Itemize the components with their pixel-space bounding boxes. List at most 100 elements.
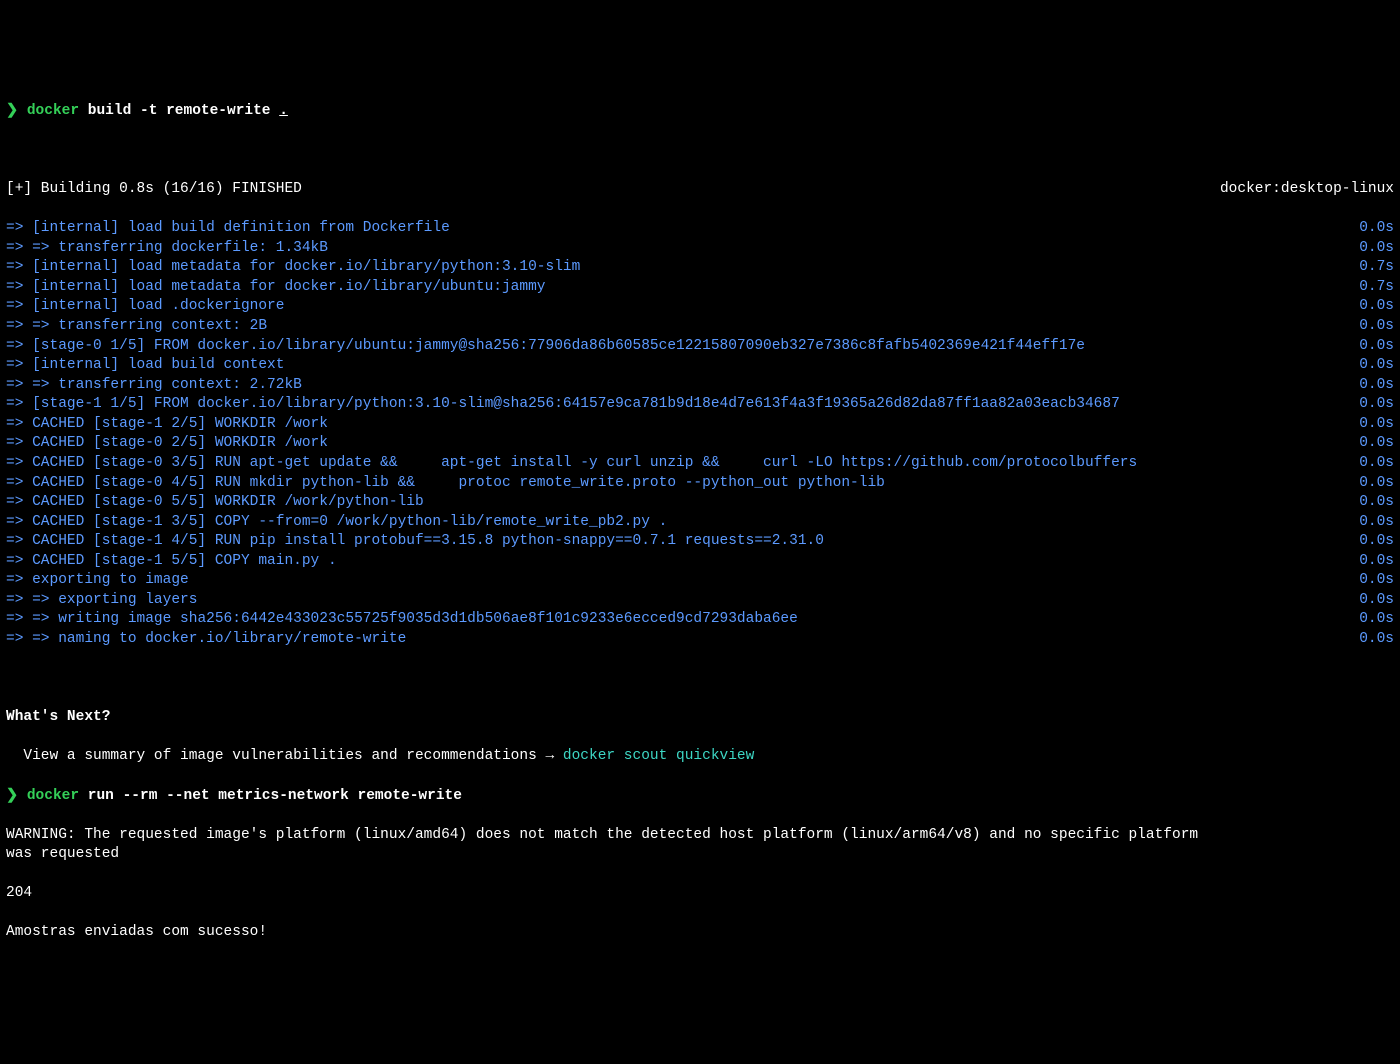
step-text: transferring context: 2.72kB xyxy=(58,377,302,393)
whats-next-heading: What's Next? xyxy=(6,708,1394,728)
scout-recommendation: View a summary of image vulnerabilities … xyxy=(6,747,1394,767)
step-arrow: => xyxy=(6,455,32,471)
step-time: 0.0s xyxy=(1359,493,1394,513)
terminal-output[interactable]: ❯ docker build -t remote-write . [+] Bui… xyxy=(6,82,1394,962)
step-text: [internal] load build context xyxy=(32,357,284,373)
build-step-row: => CACHED [stage-0 4/5] RUN mkdir python… xyxy=(6,474,1394,494)
step-arrow: => xyxy=(6,396,32,412)
step-arrow: => xyxy=(6,416,32,432)
build-step-row: => => transferring context: 2B 0.0s xyxy=(6,317,1394,337)
command-line-1: ❯ docker build -t remote-write . xyxy=(6,102,1394,122)
step-arrow: => => xyxy=(6,377,58,393)
step-text: naming to docker.io/library/remote-write xyxy=(58,631,406,647)
build-step-row: => [internal] load .dockerignore 0.0s xyxy=(6,297,1394,317)
step-arrow: => xyxy=(6,298,32,314)
blank-line xyxy=(6,141,1394,161)
build-step-row: => CACHED [stage-1 5/5] COPY main.py . 0.… xyxy=(6,552,1394,572)
step-time: 0.0s xyxy=(1359,610,1394,630)
build-step-row: => [internal] load metadata for docker.i… xyxy=(6,278,1394,298)
step-text: [stage-1 1/5] FROM docker.io/library/pyt… xyxy=(32,396,1120,412)
step-time: 0.0s xyxy=(1359,356,1394,376)
build-step-row: => => exporting layers 0.0s xyxy=(6,591,1394,611)
build-step-row: => CACHED [stage-1 3/5] COPY --from=0 /w… xyxy=(6,513,1394,533)
step-arrow: => xyxy=(6,533,32,549)
step-time: 0.0s xyxy=(1359,552,1394,572)
step-arrow: => xyxy=(6,494,32,510)
step-time: 0.0s xyxy=(1359,532,1394,552)
build-step-row: => CACHED [stage-0 3/5] RUN apt-get upda… xyxy=(6,454,1394,474)
build-step-row: => CACHED [stage-1 4/5] RUN pip install … xyxy=(6,532,1394,552)
step-time: 0.0s xyxy=(1359,297,1394,317)
step-text: CACHED [stage-0 5/5] WORKDIR /work/pytho… xyxy=(32,494,424,510)
step-text: writing image sha256:6442e433023c55725f9… xyxy=(58,611,798,627)
step-time: 0.0s xyxy=(1359,317,1394,337)
step-time: 0.0s xyxy=(1359,337,1394,357)
step-arrow: => => xyxy=(6,318,58,334)
step-time: 0.0s xyxy=(1359,454,1394,474)
step-time: 0.0s xyxy=(1359,415,1394,435)
step-arrow: => => xyxy=(6,240,58,256)
step-arrow: => xyxy=(6,435,32,451)
cmd-args: run --rm --net metrics-network remote-wr… xyxy=(79,788,462,804)
step-text: [internal] load .dockerignore xyxy=(32,298,284,314)
step-text: CACHED [stage-0 4/5] RUN mkdir python-li… xyxy=(32,475,885,491)
cmd-docker: docker xyxy=(27,103,79,119)
status-code: 204 xyxy=(6,884,1394,904)
build-status: [+] Building 0.8s (16/16) FINISHED xyxy=(6,180,302,200)
prompt-glyph: ❯ xyxy=(6,103,18,119)
step-arrow: => xyxy=(6,338,32,354)
build-steps: => [internal] load build definition from… xyxy=(6,219,1394,649)
step-arrow: => xyxy=(6,553,32,569)
warning-line: WARNING: The requested image's platform … xyxy=(6,826,1394,865)
step-arrow: => xyxy=(6,279,32,295)
step-arrow: => xyxy=(6,220,32,236)
step-arrow: => xyxy=(6,475,32,491)
step-time: 0.0s xyxy=(1359,474,1394,494)
step-time: 0.0s xyxy=(1359,376,1394,396)
step-arrow: => => xyxy=(6,631,58,647)
build-step-row: => => naming to docker.io/library/remote… xyxy=(6,630,1394,650)
step-time: 0.0s xyxy=(1359,513,1394,533)
step-time: 0.0s xyxy=(1359,239,1394,259)
step-text: CACHED [stage-1 4/5] RUN pip install pro… xyxy=(32,533,824,549)
step-text: transferring context: 2B xyxy=(58,318,267,334)
step-time: 0.7s xyxy=(1359,258,1394,278)
step-text: [internal] load build definition from Do… xyxy=(32,220,450,236)
step-arrow: => xyxy=(6,572,32,588)
step-arrow: => xyxy=(6,514,32,530)
step-time: 0.0s xyxy=(1359,591,1394,611)
build-context: docker:desktop-linux xyxy=(1220,180,1394,200)
build-header: [+] Building 0.8s (16/16) FINISHED docker… xyxy=(6,180,1394,200)
build-step-row: => [stage-0 1/5] FROM docker.io/library/… xyxy=(6,337,1394,357)
build-step-row: => [stage-1 1/5] FROM docker.io/library/… xyxy=(6,395,1394,415)
build-step-row: => CACHED [stage-0 2/5] WORKDIR /work0.0… xyxy=(6,434,1394,454)
scout-text: View a summary of image vulnerabilities … xyxy=(6,748,563,764)
build-step-row: => [internal] load metadata for docker.i… xyxy=(6,258,1394,278)
step-text: CACHED [stage-1 2/5] WORKDIR /work xyxy=(32,416,328,432)
step-arrow: => xyxy=(6,259,32,275)
build-step-row: => CACHED [stage-0 5/5] WORKDIR /work/py… xyxy=(6,493,1394,513)
build-step-row: => => transferring dockerfile: 1.34kB 0.0… xyxy=(6,239,1394,259)
success-message: Amostras enviadas com sucesso! xyxy=(6,923,1394,943)
build-step-row: => [internal] load build definition from… xyxy=(6,219,1394,239)
cmd-docker: docker xyxy=(27,788,79,804)
step-arrow: => xyxy=(6,357,32,373)
step-text: CACHED [stage-0 3/5] RUN apt-get update … xyxy=(32,455,1137,471)
cmd-args: build -t remote-write xyxy=(79,103,279,119)
build-step-row: => => writing image sha256:6442e433023c5… xyxy=(6,610,1394,630)
prompt-glyph: ❯ xyxy=(6,788,18,804)
step-time: 0.0s xyxy=(1359,395,1394,415)
build-step-row: => => transferring context: 2.72kB 0.0s xyxy=(6,376,1394,396)
step-text: exporting to image xyxy=(32,572,189,588)
step-text: transferring dockerfile: 1.34kB xyxy=(58,240,328,256)
step-text: [internal] load metadata for docker.io/l… xyxy=(32,279,545,295)
step-text: CACHED [stage-1 3/5] COPY --from=0 /work… xyxy=(32,514,667,530)
step-time: 0.0s xyxy=(1359,219,1394,239)
step-time: 0.7s xyxy=(1359,278,1394,298)
build-step-row: => [internal] load build context 0.0s xyxy=(6,356,1394,376)
step-arrow: => => xyxy=(6,592,58,608)
step-text: [internal] load metadata for docker.io/l… xyxy=(32,259,580,275)
step-text: exporting layers xyxy=(58,592,197,608)
build-step-row: => CACHED [stage-1 2/5] WORKDIR /work 0.0… xyxy=(6,415,1394,435)
step-text: CACHED [stage-1 5/5] COPY main.py . xyxy=(32,553,337,569)
